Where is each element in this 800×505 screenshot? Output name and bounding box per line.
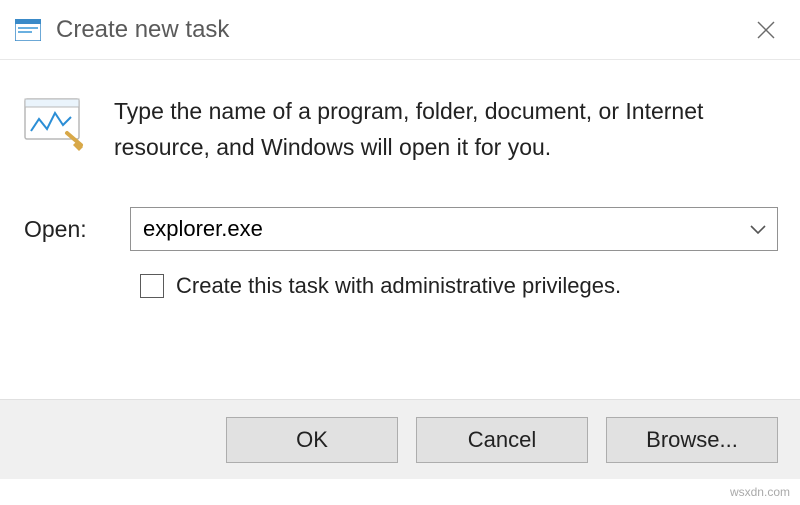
run-program-icon [22, 92, 86, 156]
close-icon [756, 20, 776, 40]
chevron-down-icon[interactable] [749, 223, 767, 235]
open-combobox[interactable] [130, 207, 778, 251]
cancel-button[interactable]: Cancel [416, 417, 588, 463]
open-row: Open: [22, 207, 778, 251]
open-label: Open: [24, 216, 94, 243]
dialog-content: Type the name of a program, folder, docu… [0, 60, 800, 299]
admin-row: Create this task with administrative pri… [22, 273, 778, 299]
open-input[interactable] [143, 216, 749, 242]
browse-button[interactable]: Browse... [606, 417, 778, 463]
window-title: Create new task [56, 16, 746, 44]
info-text: Type the name of a program, folder, docu… [114, 92, 778, 165]
watermark: wsxdn.com [730, 485, 790, 499]
button-bar: OK Cancel Browse... [0, 399, 800, 479]
close-button[interactable] [746, 10, 786, 50]
admin-label: Create this task with administrative pri… [176, 273, 621, 299]
admin-checkbox[interactable] [140, 274, 164, 298]
run-dialog-title-icon [14, 18, 42, 42]
info-row: Type the name of a program, folder, docu… [22, 92, 778, 165]
ok-button[interactable]: OK [226, 417, 398, 463]
titlebar: Create new task [0, 0, 800, 60]
